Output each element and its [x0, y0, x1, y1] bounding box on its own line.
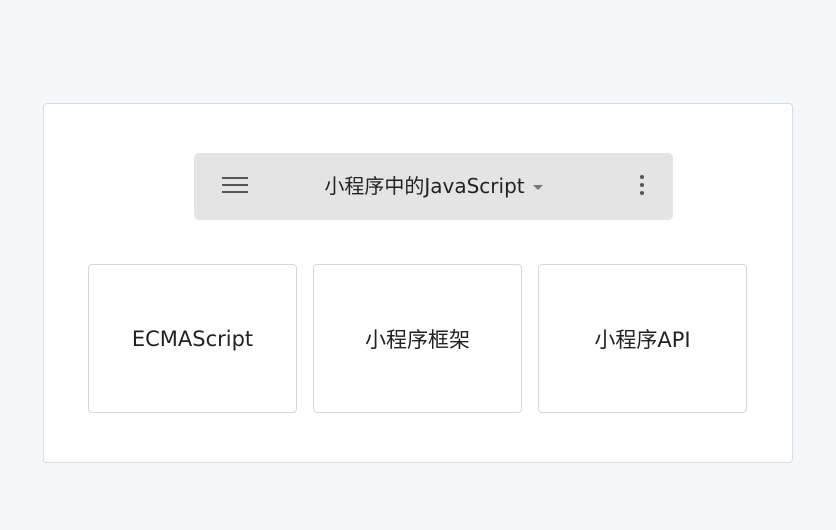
title-dropdown[interactable]: 小程序中的JavaScript: [194, 153, 673, 220]
item-label: 小程序API: [594, 327, 691, 352]
item-label: 小程序框架: [365, 327, 470, 352]
item-api[interactable]: 小程序API: [538, 264, 747, 413]
caret-down-icon: [532, 185, 543, 190]
toolbar: 小程序中的JavaScript: [194, 153, 673, 220]
more-vertical-icon[interactable]: [639, 175, 645, 199]
toolbar-title: 小程序中的JavaScript: [324, 174, 525, 198]
item-framework[interactable]: 小程序框架: [313, 264, 522, 413]
main-card: 小程序中的JavaScript ECMAScript 小程序框架 小程序API: [43, 103, 793, 463]
item-label: ECMAScript: [131, 326, 254, 351]
item-ecmascript[interactable]: ECMAScript: [88, 264, 297, 413]
